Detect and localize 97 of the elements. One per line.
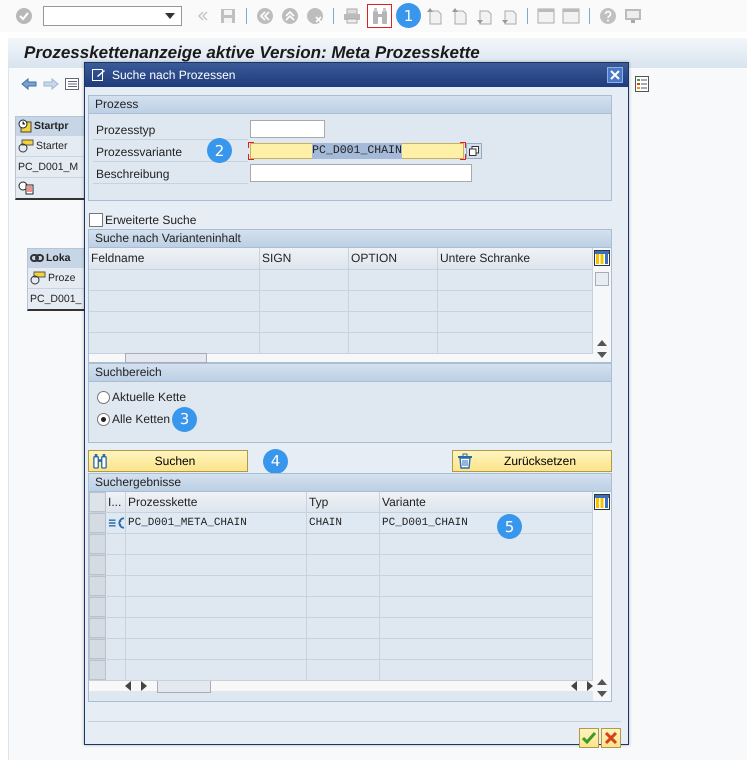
confirm-button[interactable]	[579, 728, 599, 748]
column-settings-icon[interactable]	[594, 250, 610, 266]
select-all-button[interactable]	[89, 492, 106, 512]
legend-icon[interactable]	[635, 76, 649, 92]
node-title: Loka	[46, 252, 71, 264]
reset-button[interactable]: Zurücksetzen	[452, 450, 612, 472]
save-icon[interactable]	[220, 8, 236, 24]
row-selector[interactable]	[89, 597, 106, 617]
window-icon[interactable]	[562, 7, 580, 25]
column-header[interactable]: Feldname	[89, 248, 260, 269]
list-icon[interactable]	[65, 78, 79, 90]
column-header[interactable]: SIGN	[260, 248, 349, 269]
column-header[interactable]: OPTION	[349, 248, 438, 269]
callout-badge: 4	[263, 448, 288, 474]
callout-badge: 2	[207, 138, 232, 163]
copy-icon	[469, 146, 479, 156]
screen-title: Prozesskettenanzeige aktive Version: Meta Prozesskette	[24, 43, 480, 63]
binoculars-icon[interactable]	[372, 7, 388, 25]
back-arrow-icon[interactable]	[21, 78, 37, 90]
check-icon	[582, 732, 596, 744]
row-selector[interactable]	[89, 639, 106, 659]
process-node[interactable]: Loka Proze PC_D001_	[27, 248, 85, 311]
scroll-right-icon[interactable]	[141, 681, 147, 691]
input-field[interactable]: PC_D001_CHAIN	[250, 143, 464, 159]
column-settings-icon[interactable]	[594, 494, 610, 510]
group-title: Suchergebnisse	[89, 474, 611, 492]
schedule-icon	[18, 181, 34, 195]
group-title: Suchbereich	[89, 364, 611, 382]
close-icon	[610, 70, 620, 80]
radio-label: Aktuelle Kette	[112, 390, 186, 404]
check-icon[interactable]	[15, 7, 33, 25]
radio-button[interactable]	[97, 412, 110, 426]
scroll-down-icon[interactable]	[597, 691, 607, 697]
dropdown-icon[interactable]	[165, 13, 175, 19]
callout-badge: 3	[172, 406, 198, 432]
group-title: Suche nach Varianteninhalt	[89, 230, 611, 248]
dialog-title: Suche nach Prozessen	[112, 68, 236, 82]
callout-badge: 1	[396, 3, 421, 28]
process-icon	[18, 139, 34, 153]
scroll-up-icon[interactable]	[597, 340, 607, 346]
page-icon[interactable]	[451, 7, 467, 25]
scrollbar-thumb[interactable]	[125, 353, 207, 363]
close-icon	[605, 732, 617, 744]
row-selector[interactable]	[89, 555, 106, 575]
nav-icon[interactable]	[281, 7, 299, 25]
process-icon	[30, 271, 46, 285]
monitor-icon[interactable]	[624, 7, 642, 25]
clock-icon	[18, 119, 32, 133]
callout-badge: 5	[497, 514, 522, 539]
column-header[interactable]: Prozesskette	[126, 492, 307, 512]
input-field[interactable]	[250, 120, 325, 138]
checkbox-label: Erweiterte Suche	[105, 212, 196, 226]
chain-link-icon	[30, 252, 44, 264]
value-help-button[interactable]	[466, 143, 482, 159]
table-cell: PC_D001_META_CHAIN	[126, 513, 307, 533]
node-label: Starter	[36, 140, 68, 152]
column-header[interactable]: I...	[106, 492, 126, 512]
printer-icon[interactable]	[343, 8, 361, 24]
binoculars-icon	[93, 453, 107, 469]
scroll-left-icon[interactable]	[125, 681, 131, 691]
chain-icon	[108, 516, 125, 530]
page-icon[interactable]	[426, 7, 442, 25]
row-selector[interactable]	[89, 513, 106, 533]
row-selector[interactable]	[89, 618, 106, 638]
node-label: PC_D001_	[30, 293, 82, 305]
radio-button[interactable]	[97, 390, 110, 404]
forward-arrow-icon[interactable]	[43, 78, 59, 90]
column-header[interactable]: Typ	[307, 492, 380, 512]
node-title: Startpr	[34, 120, 68, 132]
process-node[interactable]: Startpr Starter PC_D001_M	[15, 116, 85, 200]
help-icon[interactable]	[599, 7, 617, 25]
close-button[interactable]	[607, 67, 623, 83]
group-title: Prozess	[89, 96, 611, 114]
scrollbar-thumb[interactable]	[595, 272, 609, 286]
checkbox[interactable]	[89, 212, 103, 226]
node-label: Proze	[48, 272, 76, 284]
table-cell: CHAIN	[307, 513, 380, 533]
radio-label: Alle Ketten	[112, 412, 170, 426]
double-chevron-icon[interactable]	[197, 10, 209, 22]
row-selector[interactable]	[89, 576, 106, 596]
node-label: PC_D001_M	[18, 161, 78, 173]
cancel-icon[interactable]	[306, 7, 324, 25]
nav-icon[interactable]	[256, 7, 274, 25]
row-selector[interactable]	[89, 660, 106, 680]
input-field[interactable]	[250, 164, 472, 182]
scrollbar-thumb[interactable]	[157, 680, 211, 692]
cancel-button[interactable]	[601, 728, 621, 748]
window-icon[interactable]	[537, 7, 555, 25]
field-label: Beschreibung	[93, 162, 248, 184]
edit-icon	[92, 69, 106, 81]
scroll-up-icon[interactable]	[597, 679, 607, 685]
scroll-down-icon[interactable]	[597, 352, 607, 358]
search-button[interactable]: Suchen	[88, 450, 248, 472]
scroll-left-icon[interactable]	[571, 681, 577, 691]
row-selector[interactable]	[89, 534, 106, 554]
command-field[interactable]	[43, 6, 182, 26]
trash-icon	[457, 453, 473, 469]
